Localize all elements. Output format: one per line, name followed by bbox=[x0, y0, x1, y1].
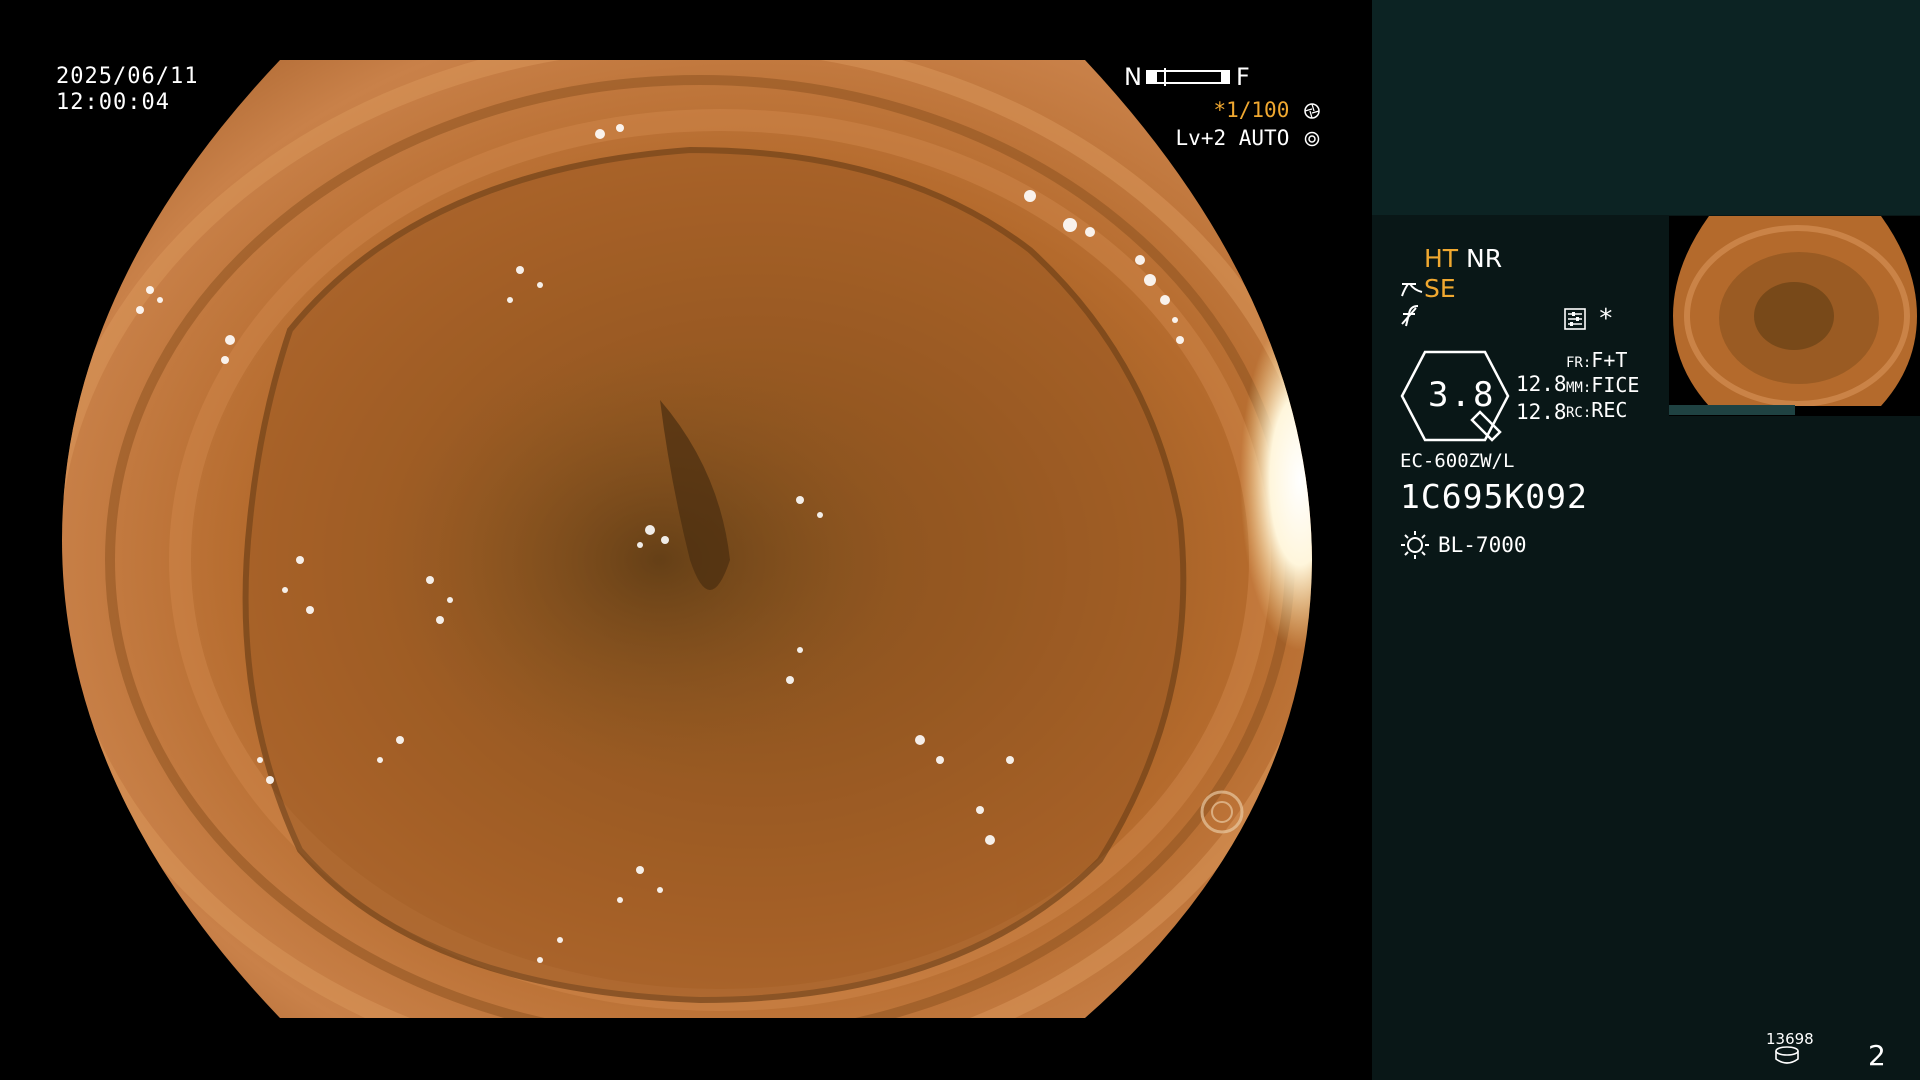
mm-value: FICE bbox=[1591, 373, 1640, 397]
shutter-readout: *1/100 bbox=[1213, 100, 1320, 121]
near-far-gauge: N F bbox=[1124, 64, 1254, 90]
panel-header-block bbox=[1372, 0, 1920, 215]
date-text: 2025/06/11 bbox=[56, 64, 199, 89]
gauge-far-label: F bbox=[1236, 63, 1250, 91]
enhance-modes: HT NR bbox=[1424, 246, 1502, 271]
asterisk-mark: * bbox=[1598, 304, 1614, 334]
info-panel: HT NR SE * 3.8 12.8 12.8 FR:F+T MM:FICE … bbox=[1372, 0, 1920, 1080]
mm-label: MM: bbox=[1566, 380, 1592, 396]
menu-settings-icon bbox=[1564, 308, 1586, 330]
f-slash-icon bbox=[1400, 304, 1422, 332]
date-time-readout: 2025/06/11 12:00:04 bbox=[56, 64, 198, 116]
time-text: 12:00:04 bbox=[56, 90, 170, 115]
fr-row: FR:F+T bbox=[1566, 350, 1627, 370]
rc-value: REC bbox=[1591, 398, 1628, 422]
structure-enhance-row: SE bbox=[1400, 276, 1456, 301]
disk-stack-icon bbox=[1775, 1046, 1799, 1064]
value-a: 12.8 bbox=[1516, 372, 1567, 396]
page-number: 2 bbox=[1868, 1039, 1886, 1072]
value-b: 12.8 bbox=[1516, 400, 1567, 424]
zoom-value: 3.8 bbox=[1428, 375, 1496, 415]
nr-mode: NR bbox=[1466, 244, 1503, 273]
gauge-bar bbox=[1146, 68, 1230, 86]
scope-model: EC-600ZW/L bbox=[1400, 450, 1515, 472]
fr-value: F+T bbox=[1591, 348, 1628, 372]
iris-mode-text: AUTO bbox=[1238, 126, 1290, 150]
shutter-value: 1/100 bbox=[1226, 98, 1290, 122]
mm-row: MM:FICE bbox=[1566, 375, 1639, 395]
level-iris-readout: Lv+2 AUTO bbox=[1176, 128, 1320, 149]
endoscope-image-area: 2025/06/11 12:00:04 N F *1/100 Lv+2 AUTO bbox=[0, 0, 1372, 1080]
thumbnail-status-bar bbox=[1669, 405, 1795, 415]
gear-icon bbox=[1304, 131, 1320, 147]
structure-enhance-icon bbox=[1401, 283, 1423, 297]
aperture-icon bbox=[1304, 103, 1320, 119]
storage-count: 13698 bbox=[1766, 1030, 1814, 1048]
endoscope-live-view bbox=[62, 60, 1312, 1018]
ht-mode: HT bbox=[1424, 244, 1459, 273]
fr-label: FR: bbox=[1566, 355, 1592, 371]
shutter-prefix: * bbox=[1213, 98, 1227, 122]
level-text: Lv+2 bbox=[1175, 126, 1227, 150]
sun-icon bbox=[1401, 531, 1429, 559]
light-source: BL-7000 bbox=[1438, 533, 1527, 557]
rc-row: RC:REC bbox=[1566, 400, 1627, 420]
freq-curve-icon bbox=[1401, 305, 1419, 327]
rc-label: RC: bbox=[1566, 405, 1592, 421]
gauge-near-label: N bbox=[1124, 63, 1142, 91]
captured-thumbnail[interactable] bbox=[1669, 216, 1920, 416]
thumbnail-image bbox=[1673, 216, 1917, 406]
scope-serial: 1C695K092 bbox=[1400, 477, 1588, 516]
se-mode: SE bbox=[1424, 274, 1456, 303]
